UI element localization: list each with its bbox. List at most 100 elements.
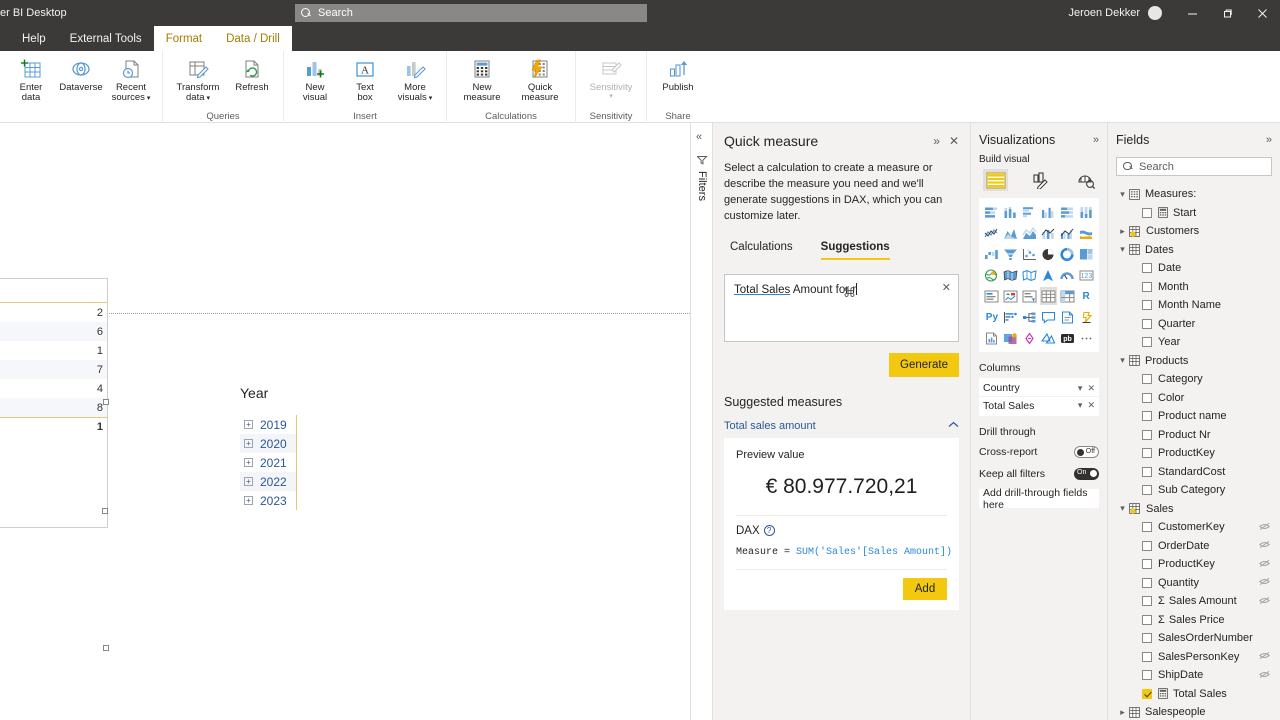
filters-pane-collapsed[interactable]: « Filters xyxy=(690,123,713,720)
100-stacked-column-chart-icon[interactable] xyxy=(1077,203,1095,221)
pie-chart-icon[interactable] xyxy=(1040,245,1058,263)
remove-field-icon[interactable]: ✕ xyxy=(1087,400,1095,411)
ribbon-chart-icon[interactable] xyxy=(1077,224,1095,242)
field-month-name[interactable]: Month Name xyxy=(1116,296,1272,315)
fields-table-products[interactable]: ▾ Products xyxy=(1116,352,1272,371)
field-checkbox[interactable] xyxy=(1142,392,1152,403)
slicer-item-2020[interactable]: + 2020 xyxy=(240,434,296,453)
chevron-double-right-icon[interactable]: » xyxy=(933,134,940,148)
donut-chart-icon[interactable] xyxy=(1058,245,1076,263)
add-measure-button[interactable]: Add xyxy=(903,577,947,600)
enter-data-button[interactable]: Enter data xyxy=(6,54,56,104)
field-color[interactable]: Color xyxy=(1116,389,1272,408)
field-checkbox[interactable] xyxy=(1142,522,1152,533)
new-visual-button[interactable]: New visual xyxy=(290,54,340,104)
map-icon[interactable] xyxy=(983,266,1001,284)
recent-sources-button[interactable]: Recent sources ▾ xyxy=(106,54,156,104)
drill-through-drop-zone[interactable]: Add drill-through fields here xyxy=(979,487,1099,511)
tab-calculations[interactable]: Calculations xyxy=(730,241,793,260)
user-account[interactable]: Jeroen Dekker xyxy=(1068,0,1162,26)
chevron-right-icon[interactable]: ▸ xyxy=(1116,707,1129,718)
field-orderdate[interactable]: OrderDate xyxy=(1116,537,1272,556)
card-icon[interactable]: 123 xyxy=(1077,266,1095,284)
field-total-sales[interactable]: Total Sales xyxy=(1116,685,1272,704)
help-icon[interactable]: ? xyxy=(763,525,775,537)
kpi-icon[interactable] xyxy=(1002,287,1020,305)
measure-description-input[interactable]: Total Sales Amount for r ⌘ ✕ xyxy=(724,273,959,342)
funnel-chart-icon[interactable] xyxy=(1002,245,1020,263)
field-checkbox[interactable] xyxy=(1142,485,1152,496)
field-salespersonkey[interactable]: SalesPersonKey xyxy=(1116,648,1272,667)
transform-data-button[interactable]: Transform data ▾ xyxy=(169,54,227,104)
expand-icon[interactable]: + xyxy=(244,420,253,429)
line-stacked-column-chart-icon[interactable] xyxy=(1040,224,1058,242)
new-measure-button[interactable]: New measure xyxy=(453,54,511,104)
field-checkbox[interactable] xyxy=(1142,596,1152,607)
tab-data-drill[interactable]: Data / Drill xyxy=(214,26,292,51)
expand-icon[interactable]: + xyxy=(244,458,253,467)
fields-table-sales[interactable]: ▾ Sales xyxy=(1116,500,1272,519)
dataverse-button[interactable]: Dataverse xyxy=(56,54,106,93)
slicer-item-2022[interactable]: + 2022 xyxy=(240,472,296,491)
clear-input-button[interactable]: ✕ xyxy=(942,281,951,294)
field-checkbox[interactable] xyxy=(1142,411,1152,422)
generate-button[interactable]: Generate xyxy=(889,352,959,377)
chevron-down-icon[interactable]: ▾ xyxy=(1116,244,1129,255)
table-row[interactable]: 8 xyxy=(0,398,107,417)
tab-help[interactable]: Help xyxy=(10,26,58,51)
expand-icon[interactable]: + xyxy=(244,439,253,448)
line-chart-icon[interactable] xyxy=(983,224,1001,242)
avatar[interactable] xyxy=(1148,6,1162,20)
python-visual-icon[interactable]: Py xyxy=(983,308,1001,326)
power-automate-icon[interactable] xyxy=(1021,329,1039,347)
expand-icon[interactable]: + xyxy=(244,477,253,486)
100-stacked-bar-chart-icon[interactable] xyxy=(1058,203,1076,221)
field-checkbox[interactable] xyxy=(1142,337,1152,348)
area-chart-icon[interactable] xyxy=(1002,224,1020,242)
field-quantity[interactable]: Quantity xyxy=(1116,574,1272,593)
field-checkbox[interactable] xyxy=(1142,688,1152,699)
field-checkbox[interactable] xyxy=(1142,263,1152,274)
arcgis-maps-icon[interactable] xyxy=(1040,329,1058,347)
field-checkbox[interactable] xyxy=(1142,318,1152,329)
publish-button[interactable]: Publish xyxy=(653,54,703,93)
column-field-total-sales[interactable]: Total Sales ▾ ✕ xyxy=(979,397,1099,414)
line-clustered-column-chart-icon[interactable] xyxy=(1058,224,1076,242)
tab-format[interactable]: Format xyxy=(153,26,215,51)
clustered-column-chart-icon[interactable] xyxy=(1040,203,1058,221)
stacked-column-chart-icon[interactable] xyxy=(1002,203,1020,221)
field-month[interactable]: Month xyxy=(1116,278,1272,297)
matrix-icon[interactable] xyxy=(1058,287,1076,305)
filled-map-icon[interactable] xyxy=(1002,266,1020,284)
field-product-nr[interactable]: Product Nr xyxy=(1116,426,1272,445)
clustered-bar-chart-icon[interactable] xyxy=(1021,203,1039,221)
fields-search-input[interactable]: Search xyxy=(1116,157,1272,176)
fields-table-dates[interactable]: ▾ Dates xyxy=(1116,241,1272,260)
field-checkbox[interactable] xyxy=(1142,466,1152,477)
chevron-down-icon[interactable]: ▾ xyxy=(1116,189,1129,200)
chevron-double-left-icon[interactable]: « xyxy=(696,131,702,143)
stacked-area-chart-icon[interactable] xyxy=(1021,224,1039,242)
more-visuals-button[interactable]: More visuals ▾ xyxy=(390,54,440,104)
metrics-icon[interactable] xyxy=(1077,308,1095,326)
quick-measure-button[interactable]: Quick measure xyxy=(511,54,569,104)
field-productkey-products[interactable]: ProductKey xyxy=(1116,444,1272,463)
field-salesordernumber[interactable]: SalesOrderNumber xyxy=(1116,629,1272,648)
treemap-icon[interactable] xyxy=(1077,245,1095,263)
table-row[interactable]: 7 xyxy=(0,360,107,379)
field-checkbox[interactable] xyxy=(1142,559,1152,570)
chevron-double-right-icon[interactable]: » xyxy=(1266,134,1272,146)
chevron-down-icon[interactable]: ▾ xyxy=(1078,400,1083,411)
field-sales-price[interactable]: Σ Sales Price xyxy=(1116,611,1272,630)
resize-handle-right[interactable] xyxy=(102,508,108,514)
build-visual-icon[interactable] xyxy=(983,169,1009,191)
close-button[interactable] xyxy=(1245,0,1280,26)
slicer-icon[interactable] xyxy=(1021,287,1039,305)
scatter-chart-icon[interactable] xyxy=(1021,245,1039,263)
field-checkbox[interactable] xyxy=(1142,577,1152,588)
analytics-icon[interactable] xyxy=(1074,169,1099,191)
field-year[interactable]: Year xyxy=(1116,333,1272,352)
field-checkbox[interactable] xyxy=(1142,207,1152,218)
r-script-visual-icon[interactable]: R xyxy=(1077,287,1095,305)
field-customerkey[interactable]: CustomerKey xyxy=(1116,518,1272,537)
